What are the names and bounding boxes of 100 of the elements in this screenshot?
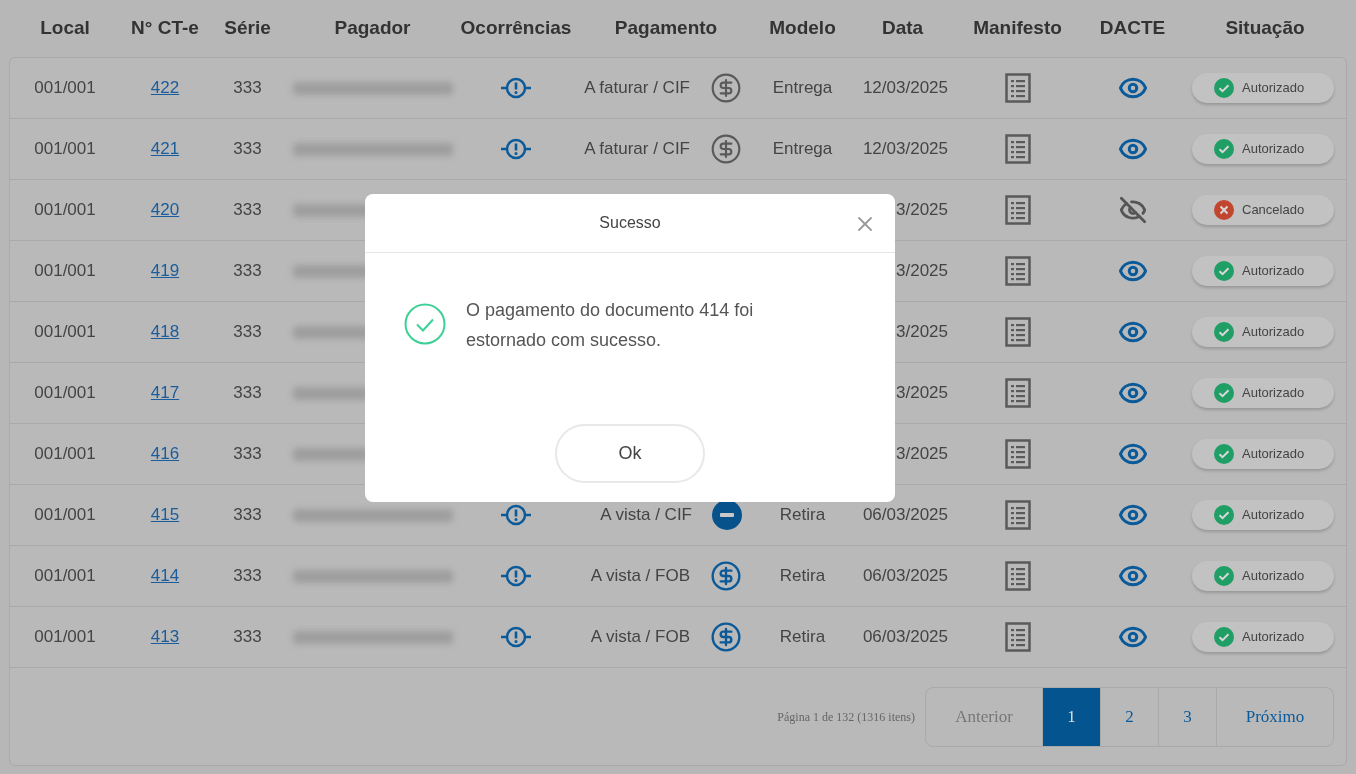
eye-off-icon[interactable]	[1118, 196, 1147, 224]
alert-icon[interactable]	[500, 625, 532, 649]
column-header: Manifesto	[973, 16, 1062, 41]
table-cell-text: 3/2025	[896, 443, 948, 466]
table-cell-text: Entrega	[772, 138, 833, 161]
column-header: Data	[881, 16, 924, 41]
column-header: Pagamento	[614, 16, 718, 41]
alert-icon[interactable]	[500, 76, 532, 100]
table-cell-text: 001/001	[34, 321, 96, 344]
check-circle-icon	[1214, 444, 1234, 464]
document-icon[interactable]	[1004, 73, 1031, 103]
dollar-icon[interactable]	[710, 72, 742, 104]
page-button[interactable]: 3	[1158, 687, 1216, 746]
table-cell-text: 333	[233, 77, 262, 100]
document-link[interactable]: 419	[150, 258, 180, 284]
table-cell-text: 06/03/2025	[862, 565, 948, 588]
alert-icon[interactable]	[500, 564, 532, 588]
status-badge: Autorizado	[1192, 73, 1334, 103]
document-icon[interactable]	[1004, 317, 1031, 347]
x-circle-icon	[1214, 200, 1234, 220]
table-cell-text: 3/2025	[896, 260, 948, 283]
ok-button[interactable]: Ok	[555, 424, 705, 483]
dollar-icon[interactable]	[710, 621, 742, 653]
table-cell-text: 001/001	[34, 138, 96, 161]
table-cell-text: A faturar / CIF	[584, 77, 690, 100]
table-cell-text: 3/2025	[896, 321, 948, 344]
next-button[interactable]: Próximo	[1216, 687, 1333, 746]
table-cell-text: Retira	[779, 504, 826, 527]
page-button[interactable]: 2	[1100, 687, 1158, 746]
document-link[interactable]: 415	[150, 502, 180, 528]
column-header: Situação	[1225, 16, 1305, 41]
document-link[interactable]: 413	[150, 624, 180, 650]
table-cell-text: A faturar / CIF	[584, 138, 690, 161]
document-icon[interactable]	[1004, 378, 1031, 408]
table-cell-text: 333	[233, 443, 262, 466]
document-link[interactable]: 418	[150, 319, 180, 345]
table-cell-text: 333	[233, 626, 262, 649]
document-icon[interactable]	[1004, 195, 1031, 225]
document-link[interactable]: 416	[150, 441, 180, 467]
status-badge: Autorizado	[1192, 561, 1334, 591]
table-cell-text: 12/03/2025	[862, 77, 948, 100]
alert-icon[interactable]	[500, 137, 532, 161]
table-cell-text: A vista / CIF	[600, 504, 692, 527]
document-link[interactable]: 421	[150, 136, 180, 162]
column-header: N° CT-e	[131, 16, 199, 41]
document-icon[interactable]	[1004, 561, 1031, 591]
table-cell-text: 3/2025	[896, 382, 948, 405]
document-link[interactable]: 414	[150, 563, 180, 589]
table-cell-text: 001/001	[34, 443, 96, 466]
table-cell-text: 333	[233, 565, 262, 588]
table-cell-text: 001/001	[34, 382, 96, 405]
column-header: Ocorrências	[460, 16, 572, 41]
status-badge: Autorizado	[1192, 378, 1334, 408]
status-badge: Autorizado	[1192, 317, 1334, 347]
table-cell-text: A vista / FOB	[590, 565, 690, 588]
table-cell-text: 001/001	[34, 77, 96, 100]
check-circle-icon	[1214, 78, 1234, 98]
document-icon[interactable]	[1004, 500, 1031, 530]
document-link[interactable]: 417	[150, 380, 180, 406]
column-header: Série	[224, 16, 271, 41]
dollar-icon[interactable]	[710, 133, 742, 165]
table-cell-text: 12/03/2025	[862, 138, 948, 161]
dialog-message: O pagamento do documento 414 foi estornado com sucesso.	[466, 299, 755, 352]
document-icon[interactable]	[1004, 134, 1031, 164]
page-button[interactable]: 1	[1042, 687, 1100, 746]
alert-icon[interactable]	[500, 503, 532, 527]
table-cell-text: 333	[233, 138, 262, 161]
column-header: DACTE	[1099, 16, 1166, 41]
table-cell-text: 001/001	[34, 199, 96, 222]
dollar-icon[interactable]	[710, 560, 742, 592]
table-cell-text: 333	[233, 199, 262, 222]
minus-icon[interactable]	[712, 500, 742, 530]
status-badge: Autorizado	[1192, 622, 1334, 652]
table-cell-text: Entrega	[772, 77, 833, 100]
table-cell-text: 06/03/2025	[862, 626, 948, 649]
document-link[interactable]: 420	[150, 197, 180, 223]
document-icon[interactable]	[1004, 256, 1031, 286]
document-link[interactable]: 422	[150, 75, 180, 101]
table-cell-text: 333	[233, 382, 262, 405]
column-header: Modelo	[769, 16, 836, 41]
document-icon[interactable]	[1004, 439, 1031, 469]
table-cell-text: A vista / FOB	[590, 626, 690, 649]
table-cell-text: 001/001	[34, 260, 96, 283]
check-circle-icon	[1214, 261, 1234, 281]
check-circle-icon	[1214, 383, 1234, 403]
table-cell-text: 001/001	[34, 626, 96, 649]
page-summary: Página 1 de 132 (1316 itens)	[777, 708, 915, 726]
table-cell-text: Retira	[779, 626, 826, 649]
status-badge: Autorizado	[1192, 256, 1334, 286]
column-header: Pagador	[334, 16, 411, 41]
table-cell-text: Retira	[779, 565, 826, 588]
table-cell-text: 001/001	[34, 504, 96, 527]
document-icon[interactable]	[1004, 622, 1031, 652]
status-badge: Autorizado	[1192, 500, 1334, 530]
check-circle-icon	[1214, 322, 1234, 342]
check-circle-icon	[1214, 627, 1234, 647]
column-header: Local	[40, 16, 90, 41]
table-cell-text: 333	[233, 321, 262, 344]
table-cell-text: 333	[233, 260, 262, 283]
check-circle-icon	[1214, 139, 1234, 159]
